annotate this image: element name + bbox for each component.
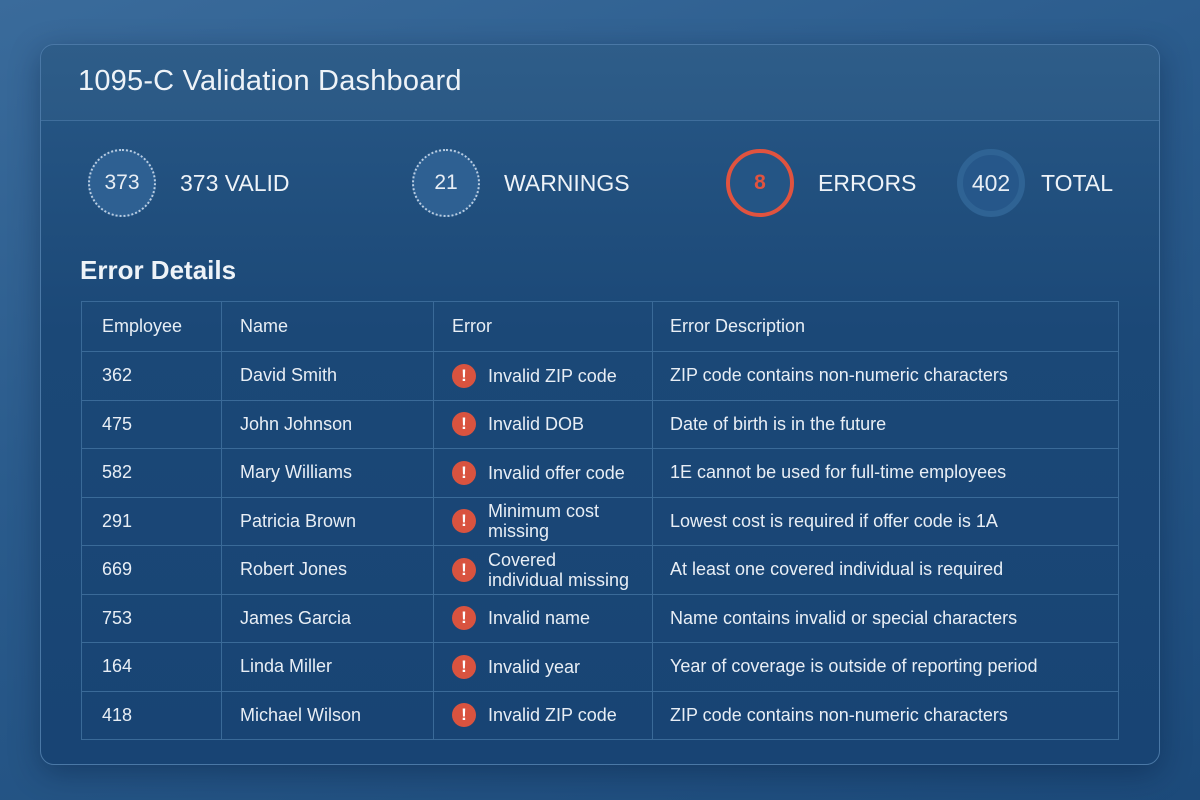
- error-icon: !: [452, 460, 476, 485]
- error-icon: !: [452, 557, 476, 582]
- error-icon: !: [452, 703, 476, 728]
- total-count-badge: 402: [957, 149, 1025, 217]
- error-label: Invalid offer code: [488, 462, 625, 483]
- table-row[interactable]: 475 John Johnson ! Invalid DOB Date of bi…: [81, 399, 1119, 449]
- employee-id: 291: [81, 496, 222, 546]
- employee-name: David Smith: [221, 351, 434, 401]
- table-row[interactable]: 291 Patricia Brown ! Minimum cost missing…: [81, 496, 1119, 546]
- warnings-label: WARNINGS: [504, 169, 630, 196]
- table-row[interactable]: 669 Robert Jones ! Covered individual mis…: [81, 545, 1119, 595]
- valid-label: 373 VALID: [180, 169, 290, 196]
- error-description: Year of coverage is outside of reporting…: [652, 642, 1119, 692]
- dashboard-card: 1095-C Validation Dashboard 373 373 VALI…: [40, 44, 1160, 765]
- table-header-row: Employee Name Error Error Description: [81, 301, 1119, 352]
- error-cell: ! Covered individual missing: [433, 545, 653, 595]
- section-title: Error Details: [80, 255, 237, 285]
- error-icon: !: [452, 412, 476, 437]
- employee-id: 362: [81, 351, 222, 401]
- error-description: ZIP code contains non-numeric characters: [652, 351, 1119, 401]
- employee-name: Robert Jones: [221, 545, 434, 595]
- employee-id: 475: [81, 399, 222, 449]
- column-header-error[interactable]: Error: [433, 301, 653, 352]
- employee-name: Patricia Brown: [221, 496, 434, 546]
- error-label: Covered individual missing: [488, 549, 630, 590]
- error-label: Invalid year: [488, 656, 581, 677]
- error-label: Invalid name: [488, 608, 591, 629]
- error-label: Invalid ZIP code: [488, 365, 617, 386]
- error-label: Invalid DOB: [488, 414, 585, 435]
- error-label: Invalid ZIP code: [488, 705, 617, 726]
- employee-id: 582: [81, 448, 222, 498]
- error-icon: !: [452, 509, 476, 534]
- warnings-count-badge: 21: [412, 149, 480, 217]
- employee-id: 669: [81, 545, 222, 595]
- errors-label: ERRORS: [818, 169, 917, 196]
- table-row[interactable]: 582 Mary Williams ! Invalid offer code 1E…: [81, 448, 1119, 498]
- error-description: Date of birth is in the future: [652, 399, 1119, 449]
- error-cell: ! Invalid offer code: [433, 448, 653, 498]
- error-table: Employee Name Error Error Description 36…: [81, 301, 1119, 740]
- employee-name: James Garcia: [221, 593, 434, 643]
- column-header-employee[interactable]: Employee: [81, 301, 222, 352]
- error-label: Minimum cost missing: [488, 501, 600, 542]
- error-icon: !: [452, 654, 476, 679]
- employee-id: 164: [81, 642, 222, 692]
- table-row[interactable]: 362 David Smith ! Invalid ZIP code ZIP co…: [81, 351, 1119, 401]
- error-cell: ! Minimum cost missing: [433, 496, 653, 546]
- stat-total: 402 TOTAL: [957, 149, 1113, 217]
- error-description: 1E cannot be used for full-time employee…: [652, 448, 1119, 498]
- error-description: At least one covered individual is requi…: [652, 545, 1119, 595]
- table-row[interactable]: 753 James Garcia ! Invalid name Name cont…: [81, 593, 1119, 643]
- error-cell: ! Invalid DOB: [433, 399, 653, 449]
- employee-name: John Johnson: [221, 399, 434, 449]
- table-row[interactable]: 164 Linda Miller ! Invalid year Year of c…: [81, 642, 1119, 692]
- employee-name: Linda Miller: [221, 642, 434, 692]
- header: 1095-C Validation Dashboard: [41, 45, 1159, 121]
- column-header-name[interactable]: Name: [221, 301, 434, 352]
- page-title: 1095-C Validation Dashboard: [78, 65, 462, 97]
- column-header-description[interactable]: Error Description: [652, 301, 1119, 352]
- employee-name: Mary Williams: [221, 448, 434, 498]
- valid-count-badge: 373: [88, 149, 156, 217]
- error-cell: ! Invalid ZIP code: [433, 351, 653, 401]
- table-row[interactable]: 418 Michael Wilson ! Invalid ZIP code ZIP…: [81, 690, 1119, 740]
- error-icon: !: [452, 606, 476, 631]
- stat-valid: 373 373 VALID: [88, 149, 290, 217]
- stat-errors: 8 ERRORS: [726, 149, 916, 217]
- error-description: Lowest cost is required if offer code is…: [652, 496, 1119, 546]
- error-icon: !: [452, 363, 476, 388]
- total-label: TOTAL: [1041, 169, 1113, 196]
- error-cell: ! Invalid name: [433, 593, 653, 643]
- employee-id: 418: [81, 690, 222, 740]
- error-description: Name contains invalid or special charact…: [652, 593, 1119, 643]
- employee-id: 753: [81, 593, 222, 643]
- error-cell: ! Invalid ZIP code: [433, 690, 653, 740]
- employee-name: Michael Wilson: [221, 690, 434, 740]
- error-cell: ! Invalid year: [433, 642, 653, 692]
- stat-warnings: 21 WARNINGS: [412, 149, 630, 217]
- errors-count-badge: 8: [726, 149, 794, 217]
- error-description: ZIP code contains non-numeric characters: [652, 690, 1119, 740]
